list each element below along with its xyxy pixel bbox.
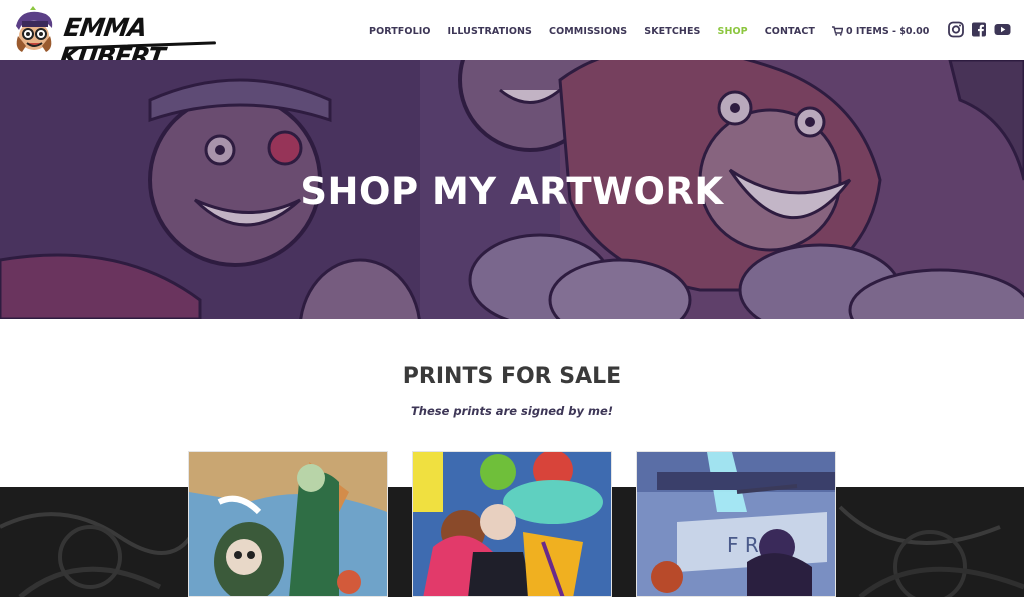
main-nav: PORTFOLIO ILLUSTRATIONS COMMISSIONS SKET… (369, 24, 929, 38)
product-image-1 (189, 452, 387, 596)
youtube-icon[interactable] (994, 21, 1011, 38)
product-card-2[interactable] (412, 451, 612, 597)
site-logo[interactable]: EMMA KUBERT (10, 6, 220, 71)
facebook-icon[interactable] (971, 21, 987, 38)
nav-item-contact[interactable]: CONTACT (765, 26, 815, 37)
nav-item-illustrations[interactable]: ILLUSTRATIONS (448, 26, 532, 37)
cart-icon (831, 26, 843, 36)
product-image-2 (413, 452, 611, 596)
social-links (948, 21, 1011, 38)
product-card-3[interactable]: F R I (636, 451, 836, 597)
hero-title: SHOP MY ARTWORK (300, 170, 724, 213)
cart-label: 0 ITEMS - $0.00 (845, 25, 930, 37)
cart-button[interactable]: 0 ITEMS - $0.00 (831, 25, 930, 37)
prints-title: PRINTS FOR SALE (402, 364, 622, 389)
hero-banner: SHOP MY ARTWORK (0, 60, 1024, 319)
avatar-logo-icon (16, 6, 53, 52)
nav-item-commissions[interactable]: COMMISSIONS (549, 26, 627, 37)
product-card-1[interactable] (188, 451, 388, 597)
nav-item-sketches[interactable]: SKETCHES (644, 26, 700, 37)
prints-subtitle: These prints are signed by me! (410, 404, 614, 418)
nav-item-portfolio[interactable]: PORTFOLIO (369, 26, 431, 37)
site-header: EMMA KUBERT PORTFOLIO ILLUSTRATIONS COMM… (0, 0, 1024, 71)
instagram-icon[interactable] (948, 21, 964, 38)
nav-item-shop[interactable]: SHOP (718, 26, 748, 37)
product-image-3: F R I (637, 452, 835, 596)
